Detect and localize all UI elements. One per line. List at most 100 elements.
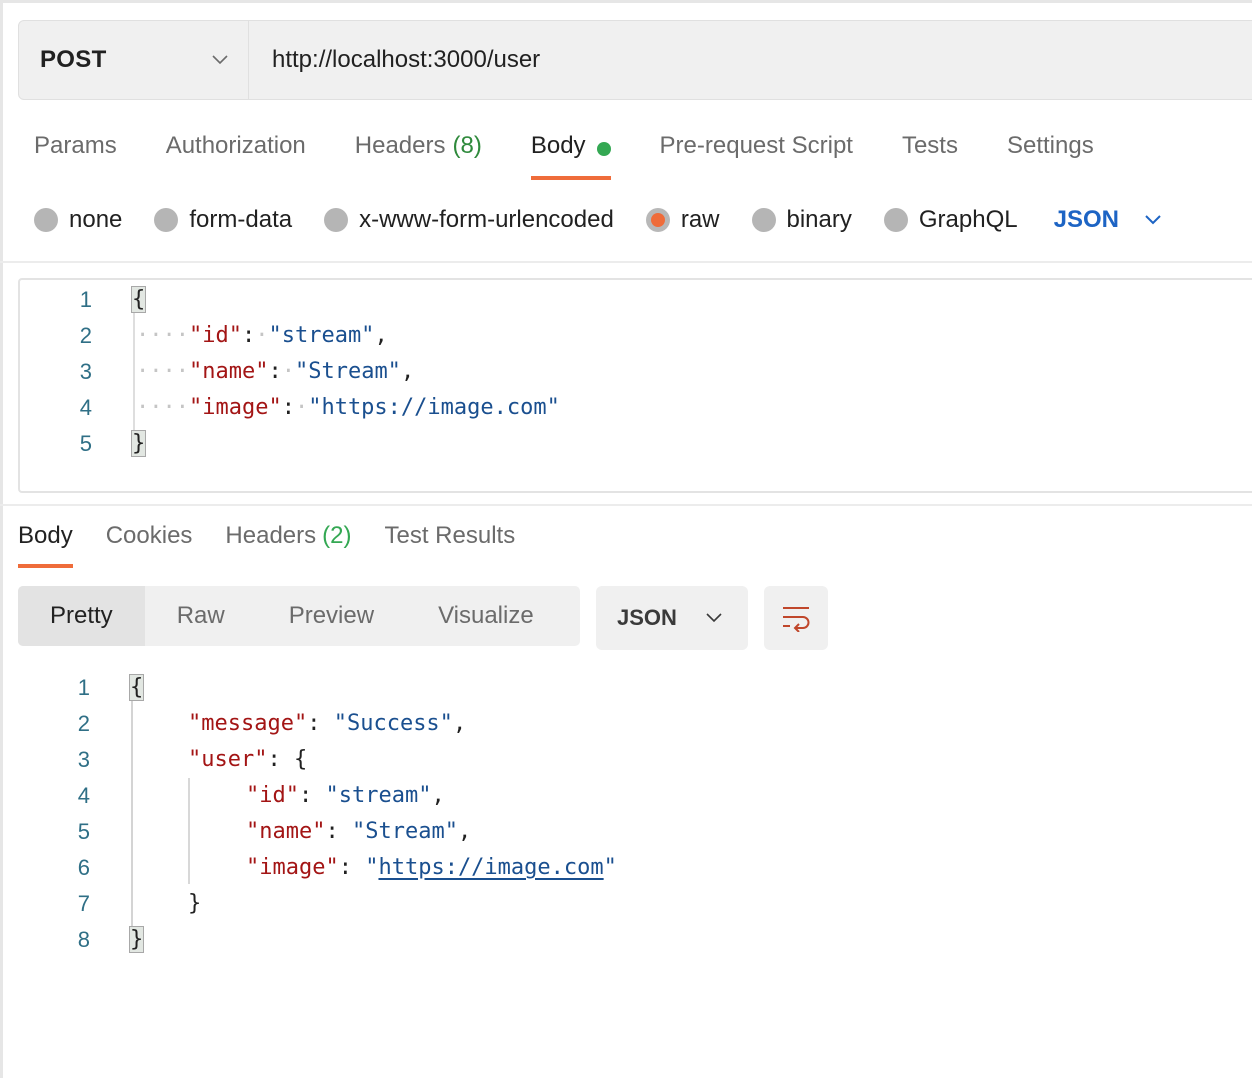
radio-button[interactable] (883, 208, 908, 232)
json-key: "id" (188, 323, 242, 348)
request-body-editor[interactable]: 1 2 3 4 5 { ····"id":·"stream", ····"nam… (18, 278, 1252, 493)
body-language-select[interactable]: JSON (1054, 206, 1161, 234)
radio-button[interactable] (324, 208, 349, 232)
tab-authorization[interactable]: Authorization (166, 128, 306, 180)
body-type-binary[interactable]: binary (751, 206, 852, 234)
tab-label: Headers (354, 132, 446, 159)
line-number: 1 (79, 287, 92, 312)
url-bar: POST (18, 20, 1252, 100)
json-key: "user" (188, 747, 268, 772)
body-type-graphql[interactable]: GraphQL (883, 206, 1018, 234)
wrap-lines-icon (783, 607, 810, 632)
tab-label: Body (18, 522, 73, 549)
line-number: 3 (77, 747, 90, 772)
radio-label: binary (786, 206, 852, 233)
whitespace-dot: · (255, 323, 269, 348)
whitespace-dots: ···· (136, 323, 189, 348)
body-language-label: JSON (1053, 206, 1119, 233)
json-key: "image" (246, 855, 339, 880)
open-brace: { (128, 674, 145, 701)
response-tab-cookies[interactable]: Cookies (106, 520, 193, 570)
response-tab-body[interactable]: Body (18, 520, 73, 570)
method-select[interactable]: POST (19, 21, 249, 99)
line-number: 5 (77, 819, 90, 844)
code-line: "user": { (188, 742, 307, 778)
headers-count: (2) (322, 522, 352, 549)
body-type-raw[interactable]: raw (645, 206, 720, 234)
response-tab-headers[interactable]: Headers (2) (225, 520, 351, 570)
response-tab-test-results[interactable]: Test Results (384, 520, 515, 570)
view-label: Pretty (50, 602, 113, 629)
view-label: Raw (176, 602, 225, 629)
colon: : (281, 395, 295, 420)
response-body-viewer: 1 2 3 4 5 6 7 8 { "message": "Success", … (0, 670, 1252, 1070)
request-tabs: Params Authorization Headers (8) Body Pre… (34, 128, 1143, 180)
divider (0, 261, 1252, 263)
tab-params[interactable]: Params (34, 128, 117, 180)
comma: , (374, 323, 388, 348)
chevron-down-icon (212, 55, 228, 65)
body-type-form-data[interactable]: form-data (154, 206, 292, 234)
tab-label: Pre-request Script (659, 132, 853, 159)
radio-button[interactable] (34, 208, 58, 232)
body-type-none[interactable]: none (34, 206, 122, 234)
whitespace-dot: · (294, 395, 309, 420)
view-preview[interactable]: Preview (257, 586, 406, 646)
tab-label: Params (34, 132, 117, 159)
tab-label: Test Results (384, 522, 516, 549)
response-tabs: Body Cookies Headers (2) Test Results (18, 520, 548, 570)
line-number: 5 (79, 431, 92, 456)
code-line: } (188, 886, 201, 922)
indent-guide (188, 778, 190, 884)
json-string: "Stream" (294, 359, 401, 384)
image-url-link[interactable]: https://image.com (378, 855, 603, 880)
response-view-switcher: Pretty Raw Preview Visualize (18, 586, 580, 646)
response-language-label: JSON (617, 605, 677, 630)
view-visualize[interactable]: Visualize (406, 586, 566, 646)
open-brace: { (293, 747, 308, 772)
top-border (0, 0, 1252, 3)
close-brace: } (128, 926, 145, 953)
code-line: "id": "stream", (246, 778, 445, 814)
code-line: "image": "https://image.com" (246, 850, 617, 886)
headers-count: (8) (452, 132, 482, 159)
tab-body[interactable]: Body (530, 128, 611, 180)
line-number: 6 (77, 855, 90, 880)
view-raw[interactable]: Raw (145, 586, 257, 646)
tab-tests[interactable]: Tests (902, 128, 958, 180)
colon: : (338, 855, 366, 880)
radio-label: x-www-form-urlencoded (359, 206, 614, 233)
view-label: Visualize (438, 602, 534, 629)
tab-label: Tests (901, 132, 958, 159)
radio-button-checked[interactable] (645, 208, 670, 232)
view-label: Preview (288, 602, 375, 629)
code-line: ····"id":·"stream", (136, 318, 388, 354)
line-number: 4 (77, 783, 90, 808)
method-label: POST (40, 46, 107, 73)
response-language-select[interactable]: JSON (596, 586, 748, 650)
json-string: "https://image.com" (308, 395, 560, 420)
view-pretty[interactable]: Pretty (18, 586, 145, 646)
body-type-urlencoded[interactable]: x-www-form-urlencoded (324, 206, 614, 234)
divider (0, 504, 1252, 506)
colon: : (241, 323, 256, 348)
wrap-lines-button[interactable] (764, 586, 828, 650)
chevron-down-icon (1145, 215, 1161, 225)
radio-label: form-data (189, 206, 293, 233)
quote: " (365, 855, 379, 880)
whitespace-dot: · (281, 359, 295, 384)
tab-headers[interactable]: Headers (8) (355, 128, 482, 180)
indent-guide (133, 310, 135, 430)
tab-label: Settings (1006, 132, 1094, 159)
code-line: "name": "Stream", (246, 814, 471, 850)
indent-guide (131, 698, 133, 934)
radio-label: raw (680, 206, 720, 233)
url-input[interactable] (249, 21, 1252, 99)
radio-button[interactable] (154, 208, 179, 232)
tab-pre-request-script[interactable]: Pre-request Script (660, 128, 853, 180)
json-key: "name" (246, 819, 326, 844)
tab-settings[interactable]: Settings (1007, 128, 1094, 180)
code-line: } (128, 922, 145, 958)
code-line: "message": "Success", (188, 706, 466, 742)
radio-button[interactable] (751, 208, 776, 232)
